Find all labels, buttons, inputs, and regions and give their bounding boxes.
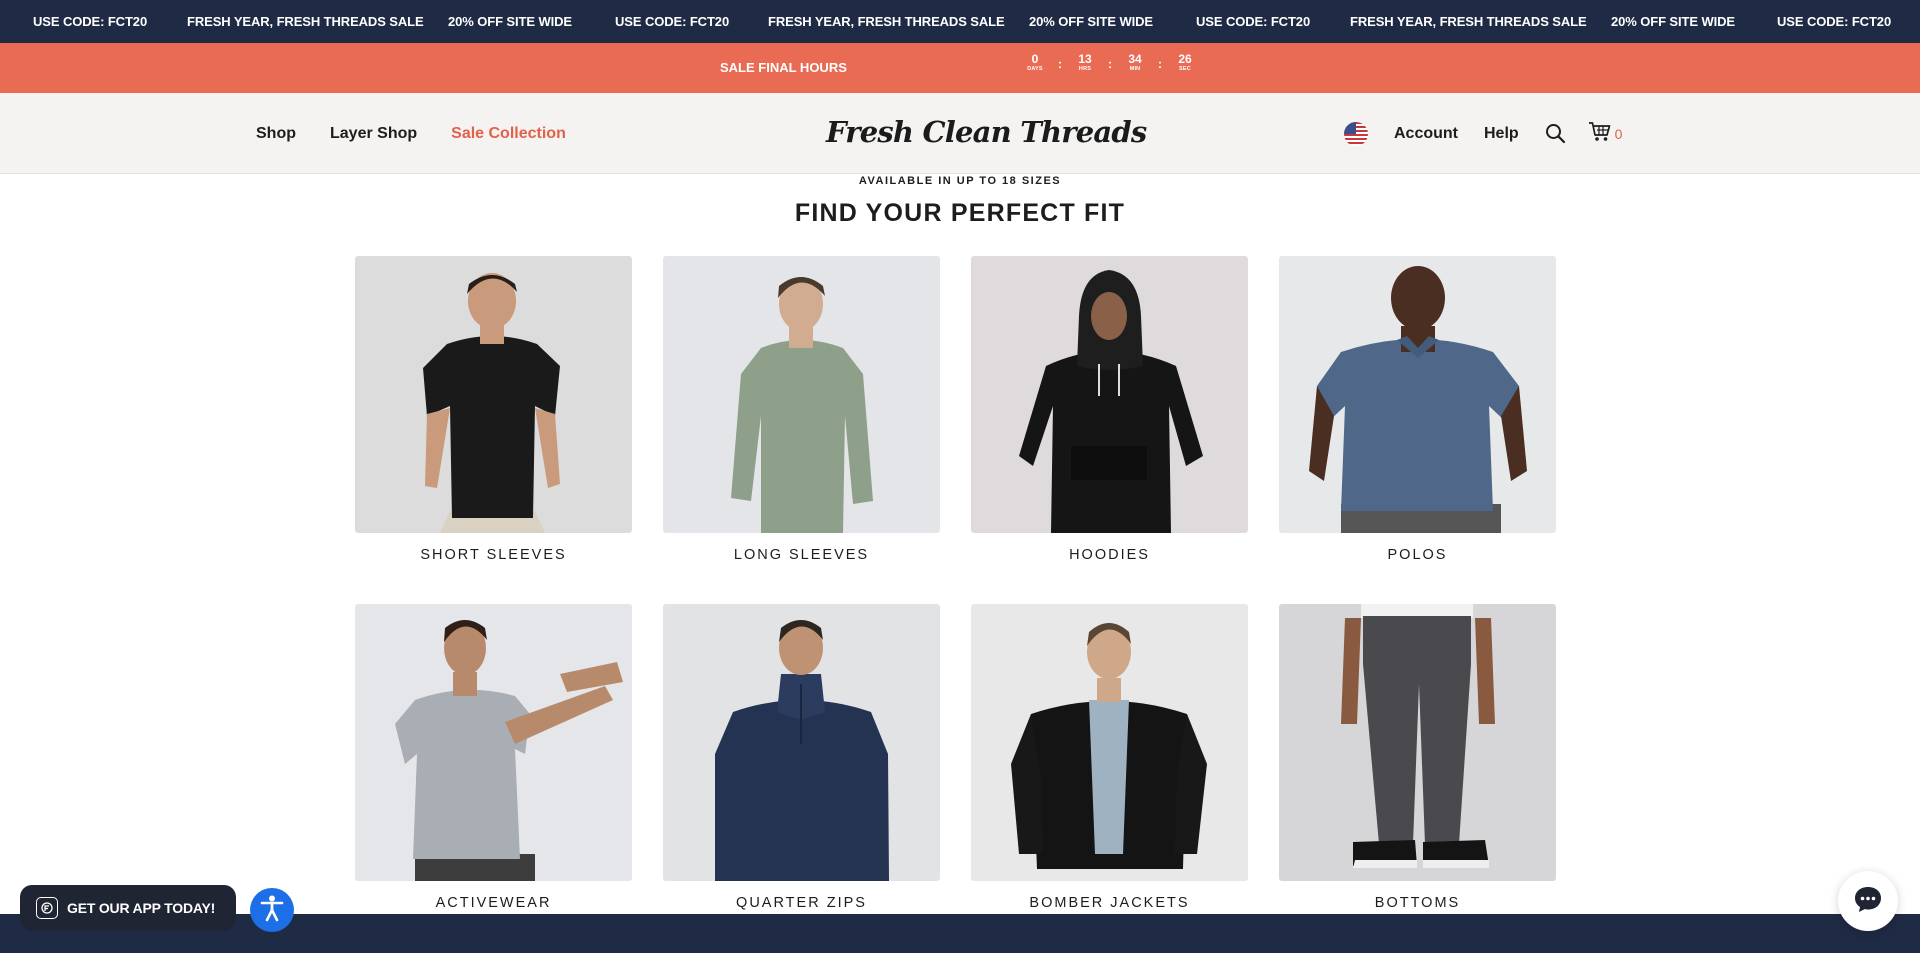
utility-nav: Account Help 0	[1344, 93, 1622, 174]
category-label[interactable]: QUARTER ZIPS	[663, 895, 940, 913]
countdown-seconds-label: SEC	[1179, 66, 1191, 72]
countdown-timer: 0 DAYS : 13 HRS : 34 MIN : 26 SEC	[1024, 53, 1196, 75]
site-logo[interactable]: Fresh Clean Threads	[826, 115, 1147, 149]
category-card-activewear[interactable]: ACTIVEWEAR	[355, 604, 632, 913]
cart-button[interactable]: 0	[1588, 121, 1623, 147]
category-grid: SHORT SLEEVES LONG SLEEVES HOODIES POLOS…	[355, 256, 1557, 913]
app-logo-icon	[36, 897, 58, 919]
category-card-polos[interactable]: POLOS	[1279, 256, 1556, 565]
us-flag-icon[interactable]	[1344, 121, 1368, 146]
marquee-item: USE CODE: FCT20	[615, 14, 730, 29]
accessibility-icon	[257, 893, 287, 928]
category-label[interactable]: LONG SLEEVES	[663, 547, 940, 565]
countdown-separator: :	[1108, 57, 1112, 71]
marquee-item: USE CODE: FCT20	[1196, 14, 1311, 29]
sale-label: SALE FINAL HOURS	[720, 60, 847, 75]
category-card-quarter-zips[interactable]: QUARTER ZIPS	[663, 604, 940, 913]
category-card-long-sleeves[interactable]: LONG SLEEVES	[663, 256, 940, 565]
nav-sale-collection-link[interactable]: Sale Collection	[451, 125, 566, 143]
countdown-separator: :	[1058, 57, 1062, 71]
countdown-days-label: DAYS	[1027, 66, 1043, 72]
category-card-bomber-jackets[interactable]: BOMBER JACKETS	[971, 604, 1248, 913]
section-title: FIND YOUR PERFECT FIT	[794, 199, 1126, 227]
category-label[interactable]: POLOS	[1279, 547, 1556, 565]
product-image[interactable]	[971, 604, 1248, 881]
marquee-item: FRESH YEAR, FRESH THREADS SALE	[768, 14, 1005, 29]
account-link[interactable]: Account	[1394, 125, 1458, 143]
countdown-seconds: 26 SEC	[1174, 53, 1196, 73]
countdown-minutes-value: 34	[1128, 52, 1142, 66]
cart-count: 0	[1614, 125, 1623, 142]
countdown-hours: 13 HRS	[1074, 53, 1096, 73]
countdown-minutes: 34 MIN	[1124, 53, 1146, 73]
product-image[interactable]	[663, 604, 940, 881]
product-image[interactable]	[663, 256, 940, 533]
promo-marquee: USE CODE: FCT20 FRESH YEAR, FRESH THREAD…	[0, 0, 1920, 43]
chat-icon	[1853, 884, 1883, 919]
product-image[interactable]	[1279, 256, 1556, 533]
category-card-bottoms[interactable]: BOTTOMS	[1279, 604, 1556, 913]
category-label[interactable]: HOODIES	[971, 547, 1248, 565]
product-image[interactable]	[355, 604, 632, 881]
countdown-days: 0 DAYS	[1024, 53, 1046, 73]
search-icon[interactable]	[1545, 123, 1566, 144]
countdown-hours-label: HRS	[1078, 66, 1092, 72]
marquee-item: 20% OFF SITE WIDE	[448, 14, 572, 29]
chat-button[interactable]	[1838, 871, 1898, 931]
product-image[interactable]	[971, 256, 1248, 533]
help-link[interactable]: Help	[1484, 125, 1519, 143]
marquee-item: FRESH YEAR, FRESH THREADS SALE	[187, 14, 424, 29]
category-label[interactable]: BOMBER JACKETS	[971, 895, 1248, 913]
get-app-banner[interactable]: GET OUR APP TODAY!	[20, 885, 236, 931]
primary-nav: Shop Layer Shop Sale Collection	[256, 93, 566, 174]
category-card-hoodies[interactable]: HOODIES	[971, 256, 1248, 565]
product-image[interactable]	[1279, 604, 1556, 881]
category-label[interactable]: ACTIVEWEAR	[355, 895, 632, 913]
countdown-minutes-label: MIN	[1129, 66, 1141, 72]
marquee-item: USE CODE: FCT20	[1777, 14, 1892, 29]
countdown-seconds-value: 26	[1178, 52, 1192, 66]
site-header: Shop Layer Shop Sale Collection Fresh Cl…	[0, 93, 1920, 174]
cart-icon	[1588, 121, 1611, 147]
nav-shop-link[interactable]: Shop	[256, 125, 296, 143]
category-label[interactable]: BOTTOMS	[1279, 895, 1556, 913]
category-label[interactable]: SHORT SLEEVES	[355, 547, 632, 565]
countdown-separator: :	[1158, 57, 1162, 71]
sizes-eyebrow: AVAILABLE IN UP TO 18 SIZES	[858, 175, 1062, 187]
marquee-item: USE CODE: FCT20	[33, 14, 148, 29]
countdown-hours-value: 13	[1078, 52, 1092, 66]
category-card-short-sleeves[interactable]: SHORT SLEEVES	[355, 256, 632, 565]
marquee-item: FRESH YEAR, FRESH THREADS SALE	[1350, 14, 1587, 29]
product-image[interactable]	[355, 256, 632, 533]
countdown-days-value: 0	[1031, 52, 1039, 66]
sale-countdown-bar: SALE FINAL HOURS 0 DAYS : 13 HRS : 34 MI…	[0, 43, 1920, 93]
get-app-text: GET OUR APP TODAY!	[67, 900, 216, 916]
accessibility-button[interactable]	[250, 888, 294, 932]
nav-layer-shop-link[interactable]: Layer Shop	[330, 125, 417, 143]
marquee-item: 20% OFF SITE WIDE	[1611, 14, 1735, 29]
marquee-item: 20% OFF SITE WIDE	[1029, 14, 1153, 29]
